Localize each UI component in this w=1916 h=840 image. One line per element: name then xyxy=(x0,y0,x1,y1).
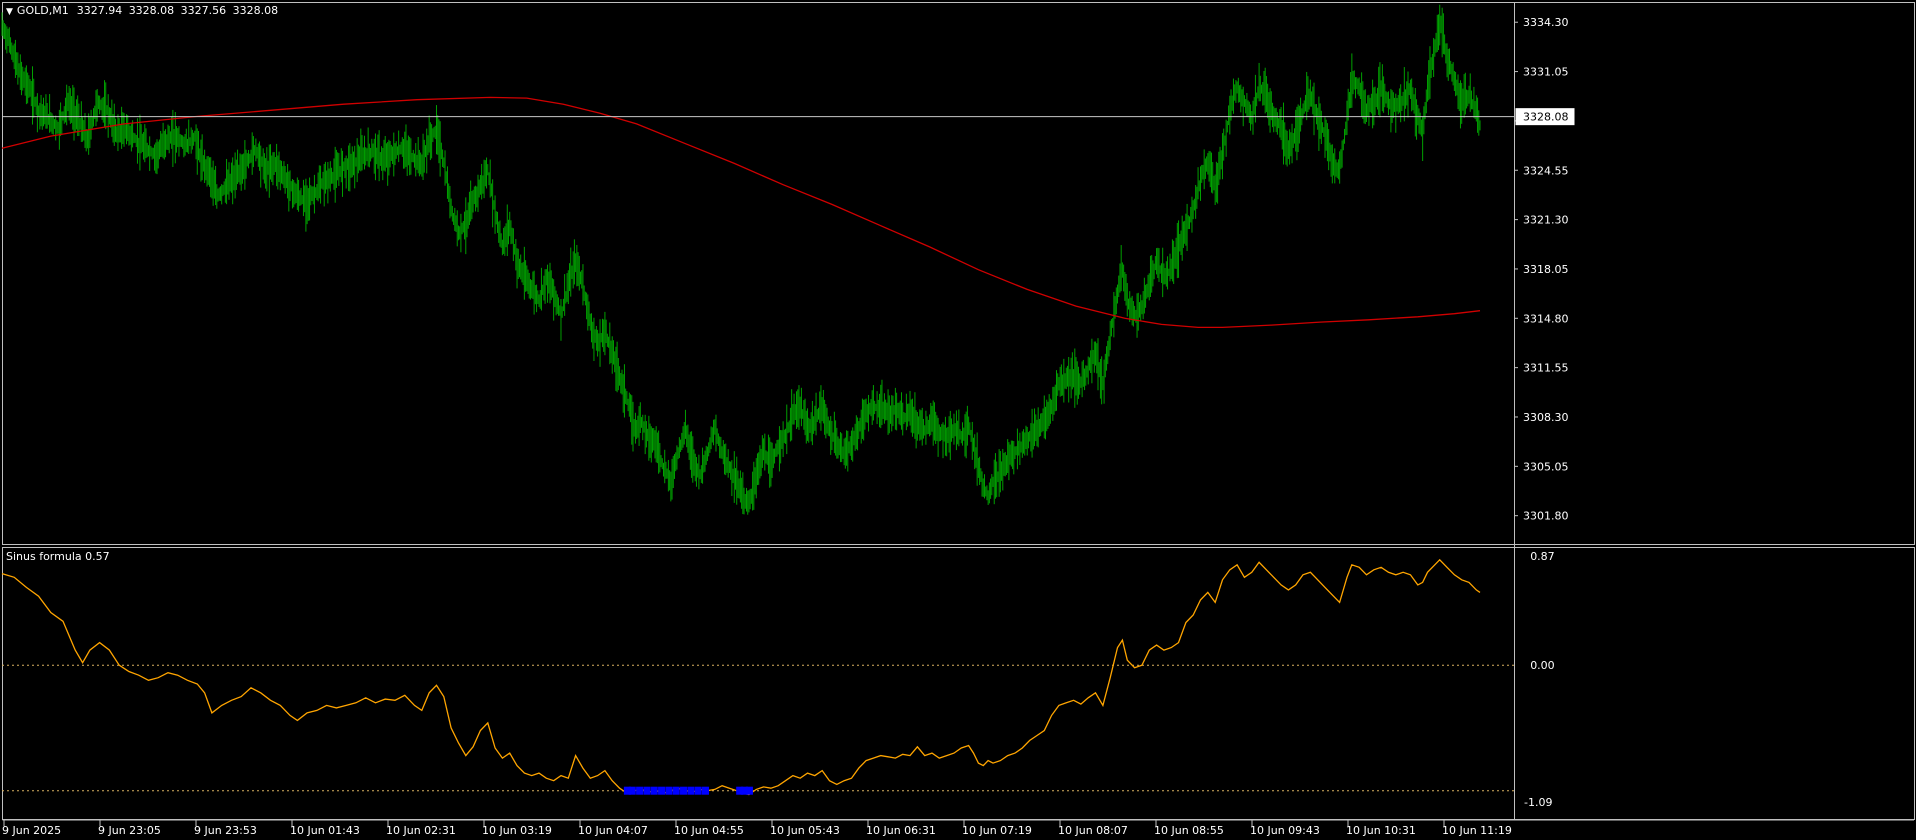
signal-mark xyxy=(694,786,702,795)
signal-mark xyxy=(672,786,680,795)
price-tick-label: 3305.05 xyxy=(1523,460,1569,473)
time-tick-label: 10 Jun 09:43 xyxy=(1250,824,1320,837)
time-tick-label: 10 Jun 10:31 xyxy=(1346,824,1416,837)
signal-mark xyxy=(665,786,673,795)
oscillator-line xyxy=(1,558,1481,796)
signal-mark xyxy=(745,786,753,795)
moving-average-line xyxy=(1,96,1481,329)
time-tick-label: 10 Jun 03:19 xyxy=(482,824,552,837)
signal-mark xyxy=(658,786,666,795)
price-tick-label: 3314.80 xyxy=(1523,312,1569,325)
price-tick-label: 3321.30 xyxy=(1523,214,1569,227)
price-chart[interactable] xyxy=(1,4,1514,515)
oscillator-tick-label: -1.09 xyxy=(1524,796,1552,809)
price-tick-label: 3308.30 xyxy=(1523,411,1569,424)
time-tick-label: 10 Jun 04:07 xyxy=(578,824,648,837)
time-tick-label: 10 Jun 05:43 xyxy=(770,824,840,837)
oscillator-pane-frame xyxy=(2,547,1915,820)
time-tick-label: 10 Jun 06:31 xyxy=(866,824,936,837)
time-tick-label: 10 Jun 01:43 xyxy=(290,824,360,837)
price-tick-label: 3324.55 xyxy=(1523,164,1569,177)
price-tick-label: 3334.30 xyxy=(1523,16,1569,29)
trading-chart[interactable]: 3334.303331.053327.803324.553321.303318.… xyxy=(0,0,1916,840)
time-tick-label: 9 Jun 2025 xyxy=(2,824,61,837)
price-pane-frame xyxy=(2,2,1915,545)
time-tick-label: 10 Jun 02:31 xyxy=(386,824,456,837)
time-tick-label: 10 Jun 11:19 xyxy=(1442,824,1512,837)
price-tick-label: 3311.55 xyxy=(1523,362,1569,375)
signal-mark xyxy=(701,786,709,795)
oscillator-subwindow[interactable] xyxy=(1,558,1514,796)
signal-mark xyxy=(628,786,636,795)
oscillator-tick-label: 0.87 xyxy=(1530,550,1555,563)
signal-mark xyxy=(687,786,695,795)
time-tick-label: 9 Jun 23:05 xyxy=(98,824,161,837)
time-tick-label: 10 Jun 08:55 xyxy=(1154,824,1224,837)
time-tick-label: 9 Jun 23:53 xyxy=(194,824,257,837)
oscillator-tick-label: 0.00 xyxy=(1530,659,1555,672)
price-tick-label: 3331.05 xyxy=(1523,66,1569,79)
signal-mark xyxy=(650,786,658,795)
signal-mark xyxy=(680,786,688,795)
time-tick-label: 10 Jun 07:19 xyxy=(962,824,1032,837)
signal-mark xyxy=(643,786,651,795)
price-tick-label: 3301.80 xyxy=(1523,510,1569,523)
time-tick-label: 10 Jun 04:55 xyxy=(674,824,744,837)
candle-bars xyxy=(1,4,1481,515)
time-tick-label: 10 Jun 08:07 xyxy=(1058,824,1128,837)
current-price-tag-label: 3328.08 xyxy=(1523,111,1569,124)
signal-mark xyxy=(636,786,644,795)
price-tick-label: 3318.05 xyxy=(1523,263,1569,276)
